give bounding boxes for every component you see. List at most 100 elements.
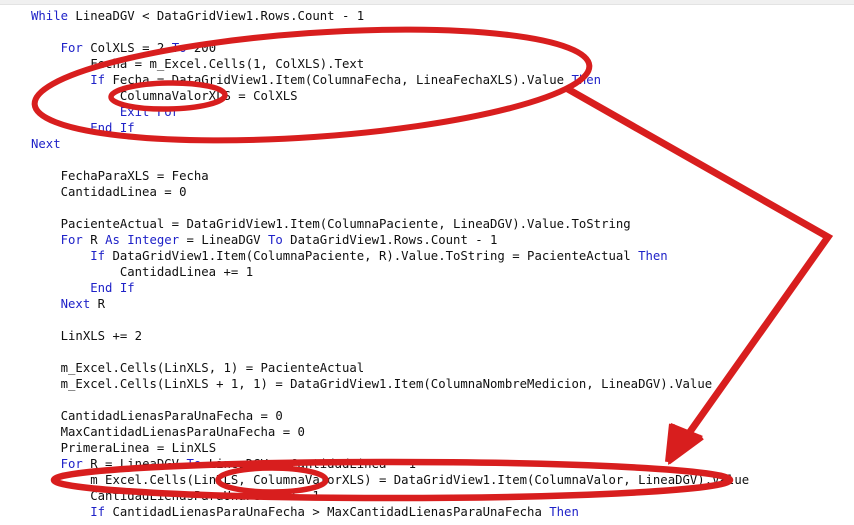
- code-text: R = LineaDGV: [82, 457, 187, 471]
- code-line: End If: [0, 280, 854, 296]
- code-keyword: For: [60, 457, 83, 471]
- code-keyword: Then: [549, 505, 579, 519]
- code-line: For R As Integer = LineaDGV To DataGridV…: [0, 232, 854, 248]
- code-text: CantidadLienasParaUnaFecha = 0: [60, 409, 283, 423]
- code-text: CantidadLienasParaUnaFecha += 1: [90, 489, 320, 503]
- code-text: MaxCantidadLienasParaUnaFecha = 0: [60, 425, 305, 439]
- screenshot-root: While LineaDGV < DataGridView1.Rows.Coun…: [0, 0, 854, 525]
- code-keyword: Next: [60, 297, 91, 311]
- code-text: m_Excel.Cells(LinXLS, ColumnaValorXLS) =…: [90, 473, 750, 487]
- code-keyword: As: [105, 233, 120, 247]
- code-text: 200: [186, 41, 217, 55]
- code-text: LineaDGV + CantidadLinea - 1: [201, 457, 417, 471]
- code-keyword: For: [60, 41, 83, 55]
- code-text: FechaParaXLS = Fecha: [60, 169, 209, 183]
- code-keyword: Exit For: [119, 105, 180, 119]
- code-line: CantidadLienasParaUnaFecha = 0: [0, 408, 854, 424]
- code-text: DataGridView1.Rows.Count - 1: [282, 233, 498, 247]
- code-line: CantidadLienasParaUnaFecha += 1: [0, 488, 854, 504]
- code-text: CantidadLinea = 0: [60, 185, 187, 199]
- code-text: PrimeraLinea = LinXLS: [60, 441, 217, 455]
- code-text: LinXLS += 2: [60, 329, 143, 343]
- code-keyword: Then: [638, 249, 668, 263]
- code-line: PacienteActual = DataGridView1.Item(Colu…: [0, 216, 854, 232]
- code-keyword: Then: [571, 73, 602, 87]
- code-keyword: End If: [90, 121, 135, 135]
- code-text: CantidadLienasParaUnaFecha > MaxCantidad…: [105, 505, 550, 519]
- code-keyword: Next: [31, 137, 61, 151]
- code-line: m_Excel.Cells(LinXLS, ColumnaValorXLS) =…: [0, 472, 854, 488]
- code-text: ColumnaValorXLS = ColXLS: [119, 89, 298, 103]
- code-keyword: For: [60, 233, 83, 247]
- code-keyword: If: [90, 505, 106, 519]
- code-line: Fecha = m_Excel.Cells(1, ColXLS).Text: [0, 56, 854, 72]
- code-keyword: While: [31, 9, 69, 23]
- code-line: For ColXLS = 2 To 200: [0, 40, 854, 56]
- code-line: Next R: [0, 296, 854, 312]
- code-text: PacienteActual = DataGridView1.Item(Colu…: [60, 217, 631, 231]
- code-text: R: [90, 297, 106, 311]
- code-keyword: End If: [90, 281, 135, 295]
- code-text: Fecha = m_Excel.Cells(1, ColXLS).Text: [90, 57, 365, 71]
- code-line: LinXLS += 2: [0, 328, 854, 344]
- code-keyword: If: [90, 249, 106, 263]
- code-keyword: To: [186, 457, 202, 471]
- code-editor-text[interactable]: While LineaDGV < DataGridView1.Rows.Coun…: [0, 8, 854, 520]
- code-line: FechaParaXLS = Fecha: [0, 168, 854, 184]
- code-text: m_Excel.Cells(LinXLS, 1) = PacienteActua…: [60, 361, 365, 375]
- code-text: = LineaDGV: [179, 233, 268, 247]
- code-line: m_Excel.Cells(LinXLS + 1, 1) = DataGridV…: [0, 376, 854, 392]
- code-line: m_Excel.Cells(LinXLS, 1) = PacienteActua…: [0, 360, 854, 376]
- code-line: End If: [0, 120, 854, 136]
- code-keyword: Integer: [127, 233, 180, 247]
- code-line: Next: [0, 136, 854, 152]
- code-line: PrimeraLinea = LinXLS: [0, 440, 854, 456]
- code-keyword: If: [90, 73, 106, 87]
- code-line: CantidadLinea += 1: [0, 264, 854, 280]
- code-line: MaxCantidadLienasParaUnaFecha = 0: [0, 424, 854, 440]
- code-line: Exit For: [0, 104, 854, 120]
- code-text: ColXLS = 2: [82, 41, 172, 55]
- code-line: If CantidadLienasParaUnaFecha > MaxCanti…: [0, 504, 854, 520]
- code-line: While LineaDGV < DataGridView1.Rows.Coun…: [0, 8, 854, 24]
- code-text: m_Excel.Cells(LinXLS + 1, 1) = DataGridV…: [60, 377, 713, 391]
- code-keyword: To: [267, 233, 283, 247]
- code-text: CantidadLinea += 1: [119, 265, 254, 279]
- code-text: R: [82, 233, 106, 247]
- code-text: DataGridView1.Item(ColumnaPaciente, R).V…: [105, 249, 639, 263]
- code-line: If DataGridView1.Item(ColumnaPaciente, R…: [0, 248, 854, 264]
- window-top-edge: [0, 0, 854, 5]
- code-line: ColumnaValorXLS = ColXLS: [0, 88, 854, 104]
- code-keyword: To: [171, 41, 187, 55]
